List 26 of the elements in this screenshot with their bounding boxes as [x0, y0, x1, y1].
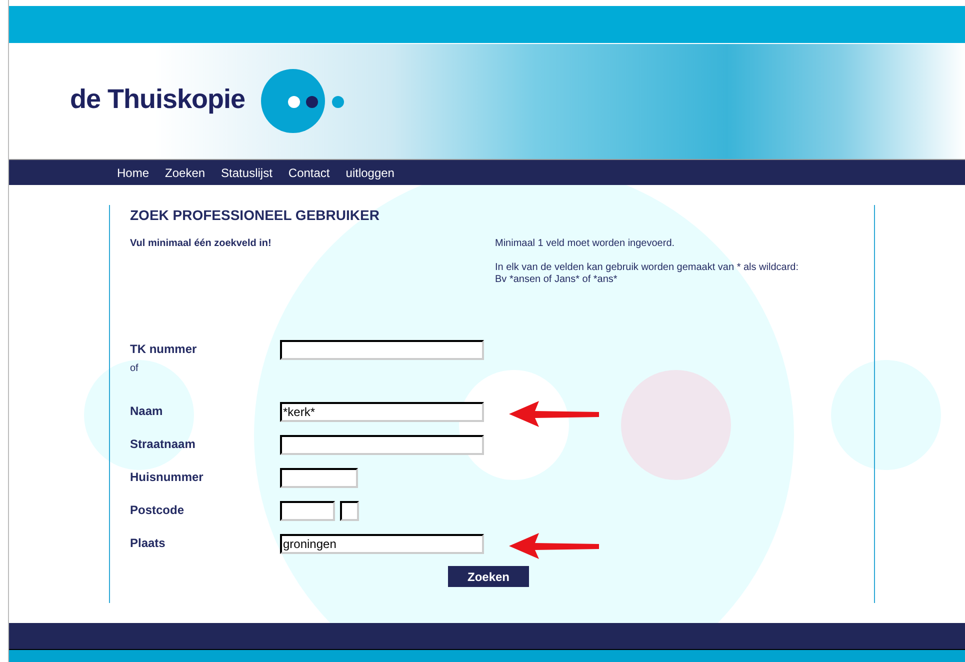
text-field[interactable] [280, 468, 358, 488]
search-button[interactable]: Zoeken [448, 566, 529, 587]
help-text: Minimaal 1 veld moet worden ingevoerd. [495, 238, 676, 250]
postcode-digits-field[interactable] [280, 501, 335, 521]
text-field[interactable]: *kerk* [280, 402, 484, 422]
logo-text: de Thuiskopie [70, 84, 246, 115]
instruction-text: Vul minimaal één zoekveld in! [130, 238, 272, 251]
or-text: of [130, 363, 140, 374]
field-label: Postcode [130, 503, 186, 517]
field-label: Plaats [130, 536, 166, 550]
nav-link[interactable]: Contact [288, 166, 330, 180]
field-label: Huisnummer [130, 470, 204, 484]
nav-link[interactable]: Statuslijst [221, 166, 272, 180]
postcode-letters-field[interactable] [340, 501, 359, 521]
logo-icon [261, 68, 346, 132]
text-field[interactable] [280, 435, 484, 455]
text-field[interactable]: groningen [280, 534, 484, 554]
text-field[interactable] [280, 340, 484, 360]
help-text: In elk van de velden kan gebruik worden gemaakt van * als wildcard: Bv *ansen of Jans* of *ans* [495, 262, 799, 286]
field-label: Naam [130, 404, 164, 418]
page-title: ZOEK PROFESSIONEEL GEBRUIKER [130, 206, 380, 223]
nav-link[interactable]: uitloggen [346, 166, 394, 180]
field-label: Straatnaam [130, 437, 196, 451]
nav-link[interactable]: Home [117, 166, 150, 180]
nav-link[interactable]: Zoeken [165, 166, 206, 180]
field-label: TK nummer [130, 342, 198, 356]
